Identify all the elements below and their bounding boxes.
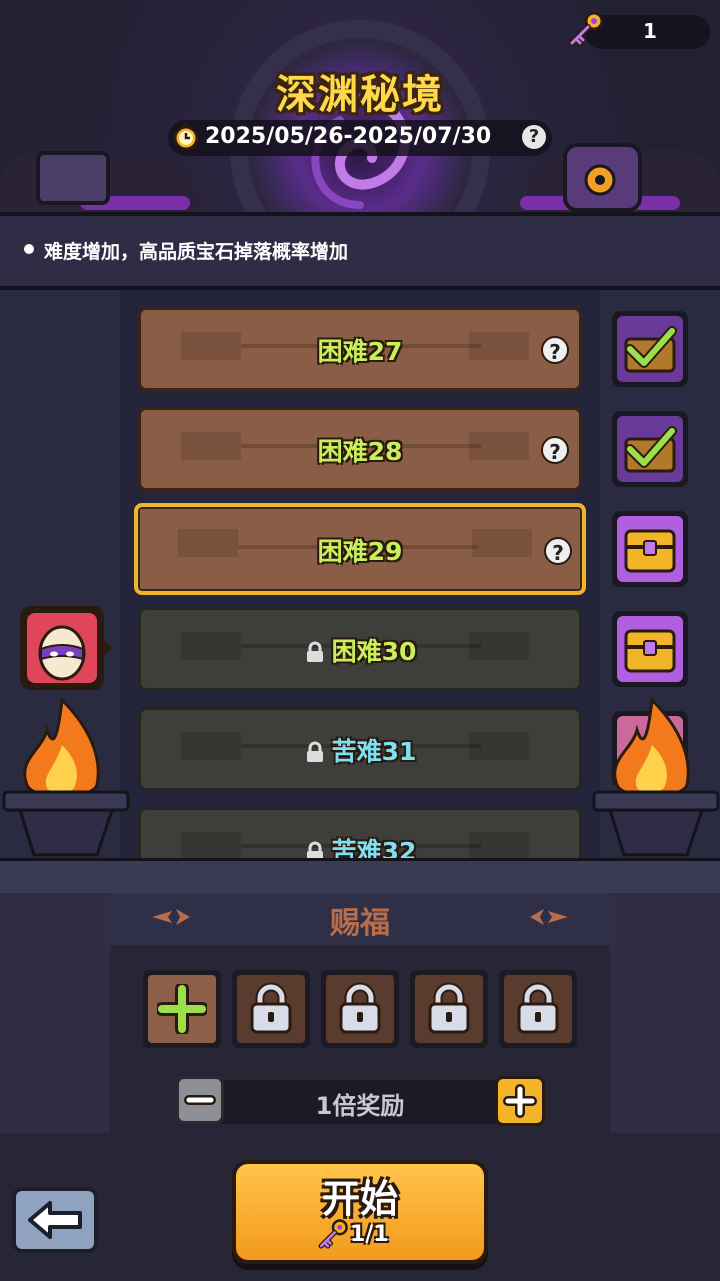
lock-icon [339,982,381,1034]
back-arrow-icon [28,1201,82,1239]
start-key-cost: 1/1 [350,1222,389,1247]
event-help-icon[interactable]: ? [522,125,546,149]
player-avatar[interactable] [27,613,97,683]
key-icon [318,1219,348,1249]
clock-icon [173,123,199,151]
blessing-slot-locked[interactable] [499,970,577,1048]
key-count: 1 [643,19,657,43]
lock-icon [306,841,323,858]
avatar-pointer-icon [102,638,112,658]
minus-icon [184,1095,216,1105]
blessing-slot-locked[interactable] [410,970,488,1048]
lock-icon [517,982,559,1034]
level-label: 困难28 [317,437,403,466]
level-row-hard-27[interactable]: 困难27 ? [138,307,582,391]
level-row-torment-32-locked[interactable]: 苦难32 [138,807,582,858]
brazier-left [2,696,130,857]
chest-reward-29[interactable] [612,511,688,587]
treasure-box-decoration [36,151,110,205]
key-icon [569,11,604,46]
reward-multiplier-label: 1倍奖励 [315,1092,405,1120]
chest-claimed-icon [624,426,677,473]
level-label: 困难30 [331,637,417,666]
level-help-icon[interactable]: ? [541,436,569,464]
chest-reward-27[interactable] [612,311,688,387]
lock-icon [306,641,323,662]
level-row-hard-29-selected[interactable]: 困难29 ? [134,503,586,595]
level-row-torment-31-locked[interactable]: 苦难31 [138,707,582,791]
event-date-range: 2025/05/26-2025/07/30 [205,124,492,149]
page-title: 深渊秘境 [276,72,444,118]
bullet-icon [24,244,34,254]
level-row-hard-30-locked[interactable]: 困难30 [138,607,582,691]
chest-claimed-icon [624,326,677,373]
level-help-icon[interactable]: ? [544,537,572,565]
monster-decoration [563,143,642,212]
decrease-multiplier-button[interactable] [176,1076,224,1124]
level-label: 困难29 [317,537,403,566]
masked-egg-icon [38,625,86,681]
increase-multiplier-button[interactable] [495,1076,545,1126]
lock-icon [428,982,470,1034]
plus-icon [157,984,207,1034]
level-label: 苦难32 [331,837,417,858]
chest-icon [624,529,676,573]
back-button[interactable] [12,1187,98,1253]
level-label: 苦难31 [331,737,417,766]
blessing-slot-add[interactable] [143,970,221,1048]
blessing-slot-locked[interactable] [232,970,310,1048]
plus-icon [503,1084,537,1118]
level-row-hard-28[interactable]: 困难28 ? [138,407,582,491]
level-help-icon[interactable]: ? [541,336,569,364]
wall-ledge [0,858,720,896]
notice-text: 难度增加，高品质宝石掉落概率增加 [44,241,349,263]
chest-reward-28[interactable] [612,411,688,487]
chest-icon [624,629,676,673]
lock-icon [250,982,292,1034]
lock-icon [306,741,323,762]
blessing-title: 赐福 [330,906,390,941]
brazier-right [592,696,720,857]
blessing-slot-locked[interactable] [321,970,399,1048]
chest-reward-30[interactable] [612,611,688,687]
start-button-label: 开始 [321,1177,398,1221]
level-label: 困难27 [317,337,403,366]
